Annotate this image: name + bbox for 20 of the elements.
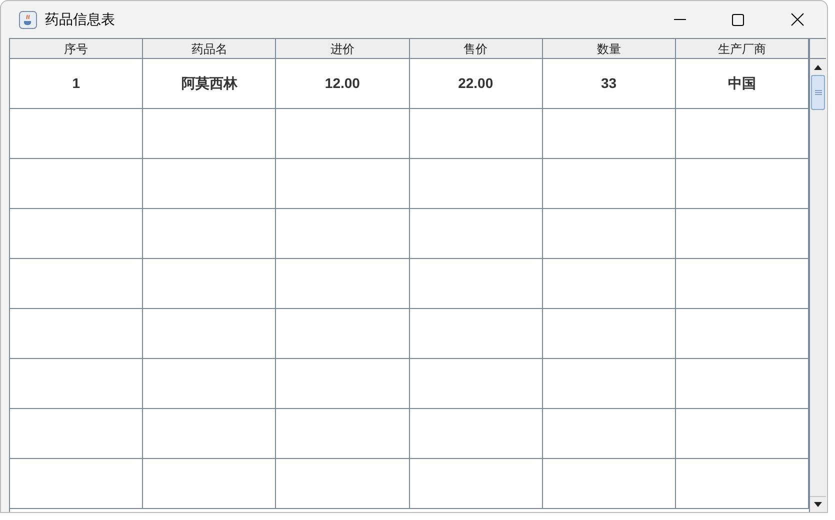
column-header[interactable]: 序号 [10,39,144,59]
column-header[interactable]: 进价 [276,39,410,59]
close-icon [790,13,804,26]
maximize-icon [732,14,744,26]
coffee-cup-icon [19,10,37,28]
table-cell: 22.00 [410,59,543,109]
table-cell: 12.00 [276,59,410,109]
column-header[interactable]: 售价 [410,39,543,59]
scroll-thumb[interactable] [811,75,825,110]
table-cell: 33 [542,59,676,109]
column-header[interactable]: 药品名 [143,39,276,59]
up-arrow-icon [814,64,822,70]
table-cell: 阿莫西林 [143,59,276,109]
down-arrow-icon [814,502,822,507]
table-cell: 1 [10,59,144,109]
window-title: 药品信息表 [45,10,115,29]
minimize-icon [674,18,686,20]
scrollbar[interactable] [809,39,826,512]
grip-icon [814,90,822,95]
column-header[interactable]: 数量 [542,39,676,59]
